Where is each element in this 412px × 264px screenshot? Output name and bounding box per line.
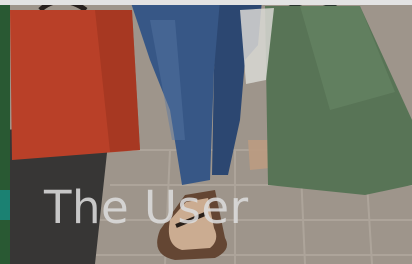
caption-text: The User bbox=[44, 181, 249, 234]
slide-canvas: The User bbox=[0, 0, 412, 264]
